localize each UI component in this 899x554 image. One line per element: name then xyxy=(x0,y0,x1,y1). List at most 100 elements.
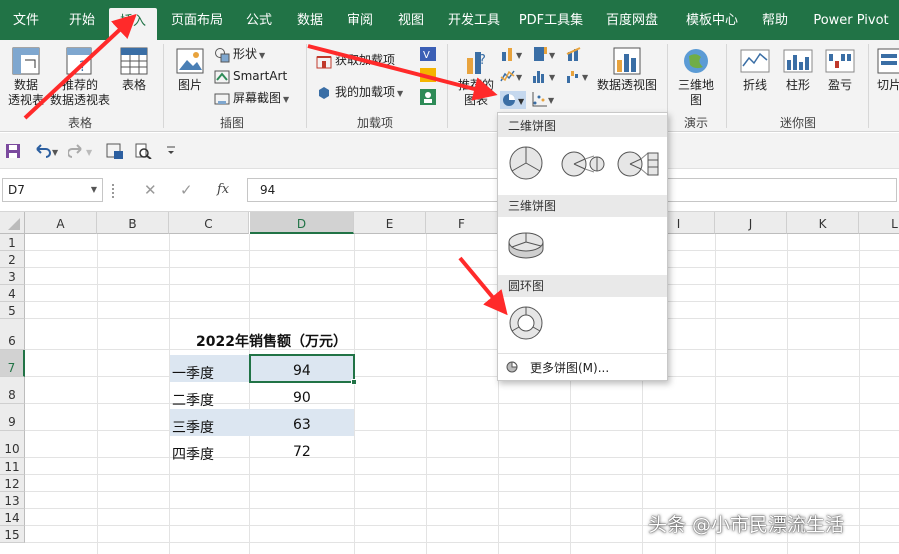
quarter-cell[interactable]: 二季度 xyxy=(172,390,214,410)
combo-chart-icon[interactable] xyxy=(566,46,590,62)
my-addins-button[interactable]: 我的加载项 ▼ xyxy=(316,82,403,102)
column-header-a[interactable]: A xyxy=(25,212,97,234)
value-cell[interactable]: 90 xyxy=(293,390,311,406)
sparkline-winloss-button[interactable]: 盈亏 xyxy=(820,46,860,93)
row-header-6[interactable]: 6 xyxy=(0,319,25,350)
bar-of-pie-icon[interactable] xyxy=(616,149,660,179)
waterfall-chart-icon[interactable]: ▼ xyxy=(566,68,590,84)
row-header-1[interactable]: 1 xyxy=(0,234,25,251)
row-header-14[interactable]: 14 xyxy=(0,509,25,526)
pivot-chart-button[interactable]: 数据透视图 xyxy=(594,46,660,93)
bing-maps-icon[interactable] xyxy=(419,67,437,83)
row-header-7[interactable]: 7 xyxy=(0,350,25,377)
value-cell[interactable]: 63 xyxy=(293,417,311,433)
recommended-charts-button[interactable]: ? 推荐的 图表 xyxy=(454,46,498,108)
tab-view[interactable]: 视图 xyxy=(389,0,433,40)
value-cell[interactable]: 72 xyxy=(293,444,311,460)
sheet-title[interactable]: 2022年销售额（万元） xyxy=(196,331,347,351)
save-as-icon[interactable] xyxy=(106,143,124,159)
row-header-9[interactable]: 9 xyxy=(0,404,25,431)
tab-page-layout[interactable]: 页面布局 xyxy=(163,0,231,40)
print-preview-icon[interactable] xyxy=(134,143,152,159)
redo-icon[interactable]: ▼ xyxy=(68,143,94,159)
splitter-handle[interactable] xyxy=(112,184,115,198)
column-header-e[interactable]: E xyxy=(354,212,426,234)
donut-chart-icon[interactable] xyxy=(508,305,544,341)
fill-handle[interactable] xyxy=(351,379,357,385)
pie-of-pie-icon[interactable] xyxy=(560,149,606,179)
row-header-13[interactable]: 13 xyxy=(0,492,25,509)
more-pie-charts-item[interactable]: 更多饼图(M)... xyxy=(530,359,609,376)
picture-label: 图片 xyxy=(177,78,202,92)
row-header-4[interactable]: 4 xyxy=(0,285,25,302)
picture-button[interactable]: 图片 xyxy=(172,46,208,93)
smartart-button[interactable]: SmartArt xyxy=(214,66,287,86)
row-header-12[interactable]: 12 xyxy=(0,475,25,492)
enter-icon[interactable]: ✓ xyxy=(180,181,193,199)
row-header-5[interactable]: 5 xyxy=(0,302,25,319)
column-header-j[interactable]: J xyxy=(715,212,787,234)
customize-qat-icon[interactable] xyxy=(166,145,176,157)
statistic-chart-icon[interactable]: ▼ xyxy=(532,68,556,84)
get-addins-button[interactable]: 获取加载项 xyxy=(316,50,395,70)
value-cell[interactable]: 94 xyxy=(293,363,311,379)
tab-template-center[interactable]: 模板中心 xyxy=(677,0,747,40)
undo-icon[interactable]: ▼ xyxy=(34,143,60,159)
tab-data[interactable]: 数据 xyxy=(288,0,332,40)
cancel-icon[interactable]: ✕ xyxy=(144,181,157,199)
row-header-10[interactable]: 10 xyxy=(0,431,25,458)
tab-file[interactable]: 文件 xyxy=(0,0,52,40)
screenshot-button[interactable]: 屏幕截图 ▼ xyxy=(214,88,289,108)
tab-home[interactable]: 开始 xyxy=(56,0,108,40)
column-header-d[interactable]: D xyxy=(250,212,354,234)
screenshot-label: 屏幕截图 xyxy=(233,91,282,105)
sparkline-column-button[interactable]: 柱形 xyxy=(778,46,818,93)
addins-group-label: 加载项 xyxy=(356,116,393,130)
column-header-b[interactable]: B xyxy=(97,212,169,234)
column-chart-icon[interactable]: ▼ xyxy=(500,46,524,62)
watermark-text: 头条 @小市民漂流生活 xyxy=(648,514,845,536)
shapes-button[interactable]: 形状 ▼ xyxy=(214,44,265,64)
tab-help[interactable]: 帮助 xyxy=(753,0,797,40)
row-header-8[interactable]: 8 xyxy=(0,377,25,404)
tab-insert[interactable]: 插入 xyxy=(109,8,157,40)
scatter-chart-icon[interactable]: ▼ xyxy=(532,91,556,107)
quarter-cell[interactable]: 一季度 xyxy=(172,363,214,383)
row-header-2[interactable]: 2 xyxy=(0,251,25,268)
hierarchy-chart-icon[interactable]: ▼ xyxy=(532,46,556,62)
3d-map-button[interactable]: 三维地 图 xyxy=(674,46,718,108)
tab-formulas[interactable]: 公式 xyxy=(237,0,281,40)
column-header-l[interactable]: L xyxy=(859,212,899,234)
insert-function-icon[interactable]: fx xyxy=(217,182,229,197)
save-icon[interactable] xyxy=(5,143,21,159)
name-box[interactable]: D7 ▼ xyxy=(2,178,103,202)
tab-power-pivot[interactable]: Power Pivot xyxy=(803,0,899,40)
column-header-k[interactable]: K xyxy=(787,212,859,234)
tab-developer[interactable]: 开发工具 xyxy=(439,0,509,40)
row-header-11[interactable]: 11 xyxy=(0,458,25,475)
pivot-table-button[interactable]: 数据 透视表 xyxy=(4,46,48,108)
pie-chart-icon[interactable]: ▼ xyxy=(500,91,526,109)
pie-3d-icon[interactable] xyxy=(506,227,546,261)
table-icon xyxy=(120,47,148,75)
name-box-dropdown-icon[interactable]: ▼ xyxy=(91,179,97,201)
pie-2d-icon[interactable] xyxy=(508,145,544,181)
tab-review[interactable]: 审阅 xyxy=(338,0,382,40)
row-header-15[interactable]: 15 xyxy=(0,526,25,543)
visio-icon[interactable]: V xyxy=(419,46,437,62)
worksheet-grid[interactable]: ABCDEFGHIJKL 123456789101112131415 2022年… xyxy=(0,212,899,554)
quarter-cell[interactable]: 四季度 xyxy=(172,444,214,464)
quarter-cell[interactable]: 三季度 xyxy=(172,417,214,437)
select-all-corner[interactable] xyxy=(0,212,25,234)
line-chart-icon[interactable]: ▼ xyxy=(500,68,524,84)
people-graph-icon[interactable] xyxy=(419,88,437,106)
column-header-c[interactable]: C xyxy=(169,212,249,234)
column-header-f[interactable]: F xyxy=(426,212,498,234)
tab-baidu-netdisk[interactable]: 百度网盘 xyxy=(597,0,667,40)
slicer-button[interactable]: 切片 xyxy=(874,46,899,93)
tab-pdf-tools[interactable]: PDF工具集 xyxy=(513,0,589,40)
row-header-3[interactable]: 3 xyxy=(0,268,25,285)
recommended-pivot-button[interactable]: ? 推荐的 数据透视表 xyxy=(48,46,112,108)
sparkline-line-button[interactable]: 折线 xyxy=(735,46,775,93)
table-button[interactable]: 表格 xyxy=(114,46,154,93)
